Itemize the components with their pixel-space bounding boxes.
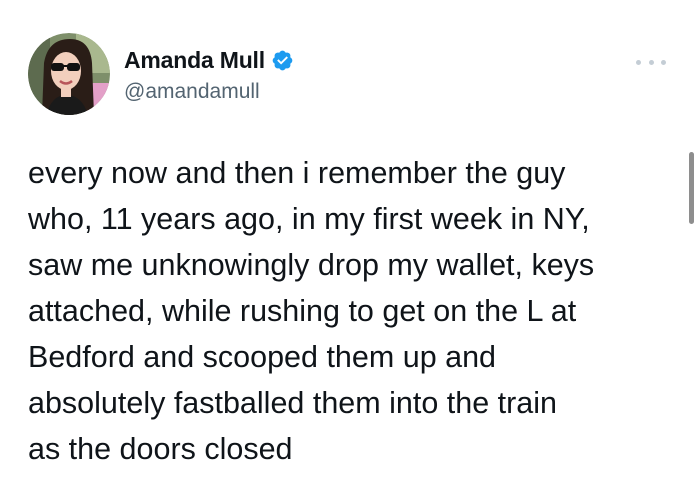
more-horizontal-icon [661, 59, 666, 65]
scrollbar[interactable] [689, 152, 694, 224]
tweet-card: Amanda Mull @amandamull every now and th… [0, 0, 700, 491]
tweet-text-line: every now and then i remember the guy [28, 156, 566, 190]
avatar[interactable] [28, 33, 110, 115]
tweet-text-line: who, 11 years ago, in my first week in N… [28, 202, 590, 236]
tweet-text-line: Bedford and scooped them up and [28, 340, 497, 374]
author-display-name[interactable]: Amanda Mull [124, 47, 265, 74]
avatar-photo [28, 33, 110, 115]
more-horizontal-icon [648, 59, 654, 65]
more-options-button[interactable] [636, 55, 666, 69]
tweet-text-line: attached, while rushing to get on the L … [28, 294, 577, 328]
tweet-text-line: absolutely fastballed them into the trai… [28, 386, 557, 420]
author-name-row[interactable]: Amanda Mull [124, 46, 294, 74]
tweet-text-line: as the doors closed [28, 432, 293, 466]
tweet-text-line: saw me unknowingly drop my wallet, keys [28, 248, 595, 282]
verified-badge-icon [271, 49, 294, 72]
author-handle[interactable]: @amandamull [124, 80, 260, 104]
more-horizontal-icon [636, 59, 641, 65]
tweet-text: every now and then i remember the guy wh… [28, 150, 678, 472]
